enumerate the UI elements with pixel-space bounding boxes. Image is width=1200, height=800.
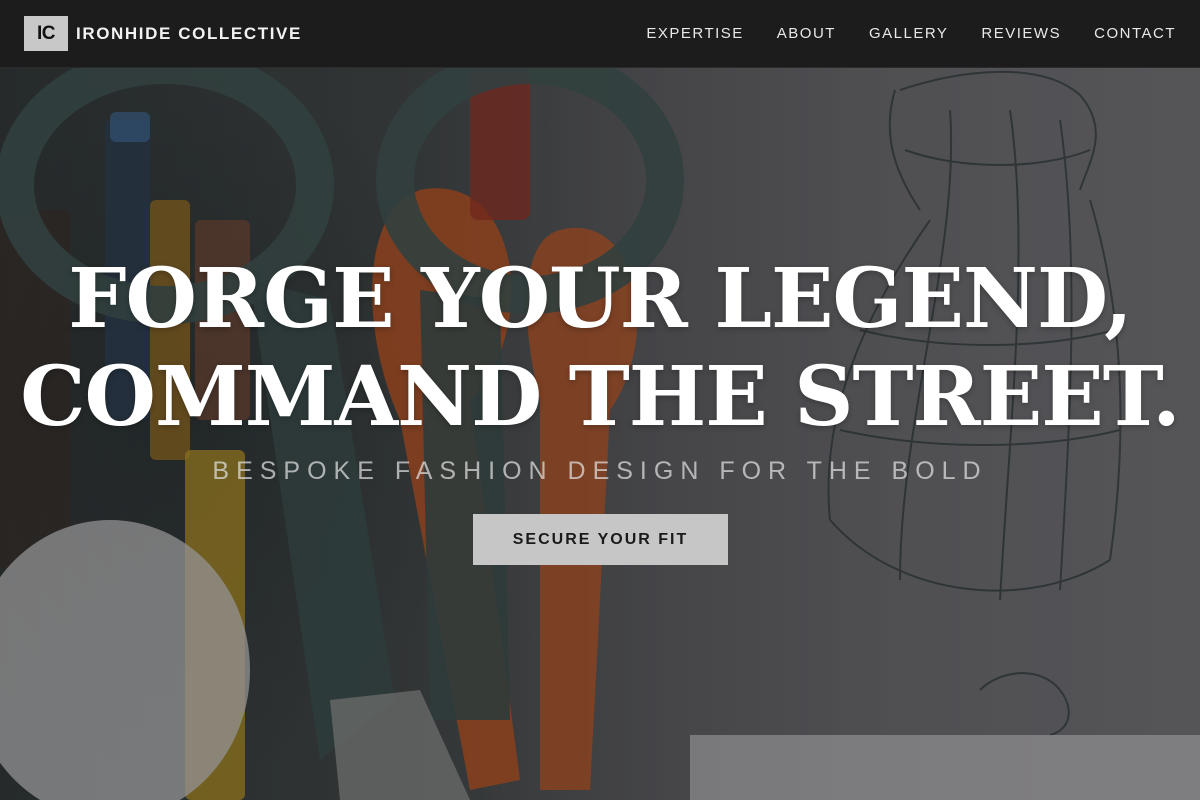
brand-logo: IC	[24, 16, 68, 51]
main-nav: EXPERTISE ABOUT GALLERY REVIEWS CONTACT	[646, 25, 1176, 42]
hero-headline-line1: FORGE YOUR LEGEND,	[68, 251, 1132, 347]
secure-your-fit-button[interactable]: SECURE YOUR FIT	[473, 514, 728, 565]
brand-home-link[interactable]: IC IRONHIDE COLLECTIVE	[24, 16, 302, 51]
brand-name: IRONHIDE COLLECTIVE	[76, 23, 302, 43]
nav-link-reviews[interactable]: REVIEWS	[981, 25, 1061, 42]
landing-page: IC IRONHIDE COLLECTIVE EXPERTISE ABOUT G…	[0, 0, 1200, 800]
nav-link-about[interactable]: ABOUT	[777, 25, 836, 42]
hero-section: FORGE YOUR LEGEND, COMMAND THE STREET. B…	[0, 0, 1200, 800]
nav-link-contact[interactable]: CONTACT	[1094, 25, 1176, 42]
hero-headline-line2: COMMAND THE STREET.	[20, 349, 1180, 445]
top-navbar: IC IRONHIDE COLLECTIVE EXPERTISE ABOUT G…	[0, 0, 1200, 68]
nav-link-gallery[interactable]: GALLERY	[869, 25, 948, 42]
nav-link-expertise[interactable]: EXPERTISE	[646, 25, 743, 42]
hero-subtitle: BESPOKE FASHION DESIGN FOR THE BOLD	[212, 457, 988, 485]
